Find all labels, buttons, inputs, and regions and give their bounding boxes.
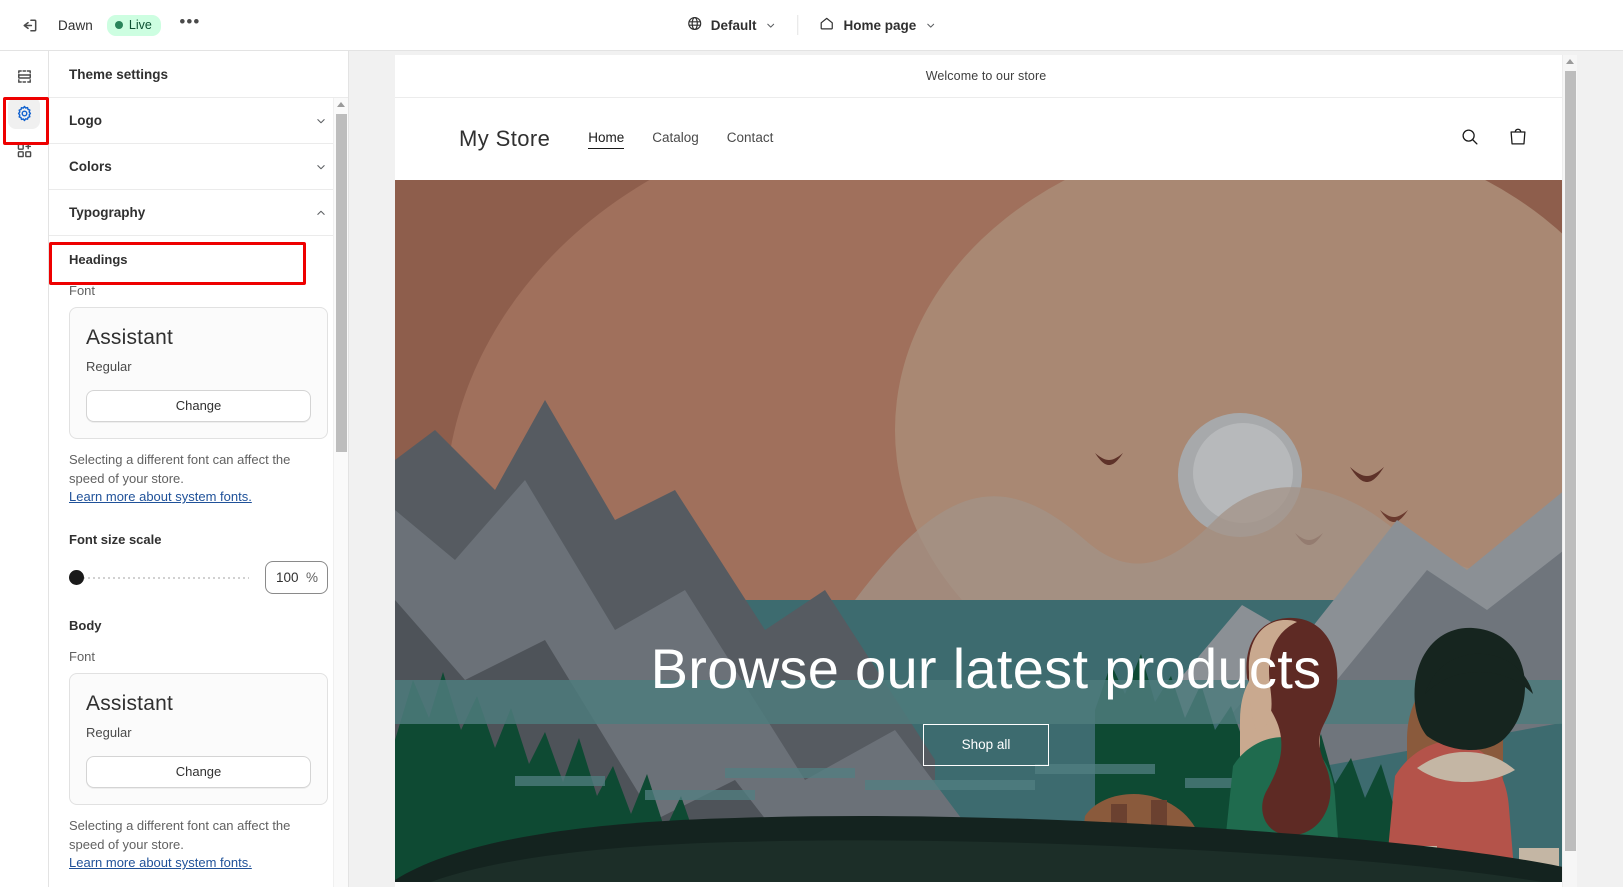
- top-bar: Dawn Live ••• Default Home page: [0, 0, 1623, 51]
- locale-label: Default: [710, 17, 757, 33]
- accordion-colors-label: Colors: [69, 159, 112, 174]
- font-size-scale-control: 100 %: [69, 561, 328, 594]
- panel-scrollbar-thumb[interactable]: [336, 114, 347, 452]
- body-font-weight: Regular: [86, 725, 132, 740]
- theme-settings-panel: Theme settings Logo Colors Typography He…: [49, 51, 349, 887]
- chevron-up-icon: [314, 206, 328, 220]
- store-preview: Welcome to our store My Store Home Catal…: [395, 55, 1577, 887]
- status-dot-icon: [114, 20, 123, 29]
- accordion-colors[interactable]: Colors: [49, 144, 348, 190]
- store-nav: Home Catalog Contact: [588, 130, 773, 149]
- page-label: Home page: [843, 17, 917, 33]
- store-header: My Store Home Catalog Contact: [395, 98, 1577, 180]
- font-size-scale-input[interactable]: 100 %: [265, 561, 328, 594]
- chevron-down-icon: [314, 114, 328, 128]
- nav-link-catalog[interactable]: Catalog: [652, 130, 699, 148]
- font-size-scale-label: Font size scale: [69, 532, 162, 547]
- status-badge-label: Live: [128, 17, 152, 32]
- hero-illustration: [395, 180, 1577, 882]
- store-logo[interactable]: My Store: [459, 126, 550, 152]
- chevron-down-icon: [764, 19, 777, 32]
- accordion-logo-label: Logo: [69, 113, 102, 128]
- editor-body: Theme settings Logo Colors Typography He…: [0, 51, 1623, 887]
- more-options-icon[interactable]: •••: [175, 10, 205, 40]
- hero-banner: Browse our latest products Shop all: [395, 180, 1577, 882]
- font-size-scale-value: 100: [276, 570, 299, 585]
- slider-thumb[interactable]: [69, 570, 84, 585]
- page-selector[interactable]: Home page: [808, 9, 947, 41]
- scroll-up-arrow-icon[interactable]: [1566, 59, 1574, 64]
- font-size-scale-suffix: %: [305, 570, 318, 585]
- headings-font-label: Font: [69, 283, 96, 298]
- left-rail: [0, 51, 49, 887]
- theme-editor: Dawn Live ••• Default Home page Theme se…: [0, 0, 1623, 887]
- panel-scroll-area: Logo Colors Typography Headings Font Ass…: [49, 98, 348, 887]
- status-badge: Live: [106, 14, 161, 36]
- locale-selector[interactable]: Default: [676, 9, 788, 41]
- slider-track-dots: [79, 575, 249, 580]
- hero-title: Browse our latest products: [650, 637, 1322, 700]
- body-group-label: Body: [69, 618, 102, 633]
- divider: [797, 15, 799, 35]
- shop-all-button[interactable]: Shop all: [922, 724, 1050, 766]
- body-system-fonts-link[interactable]: Learn more about system fonts.: [69, 855, 252, 870]
- headings-font-card: Assistant Regular Change: [69, 307, 328, 439]
- exit-icon[interactable]: [14, 10, 44, 40]
- headings-change-font-button[interactable]: Change: [86, 390, 311, 422]
- sidebar-item-theme-settings[interactable]: [8, 97, 40, 129]
- nav-link-contact[interactable]: Contact: [727, 130, 774, 148]
- top-bar-center: Default Home page: [676, 0, 948, 50]
- body-font-label: Font: [69, 649, 96, 664]
- accordion-logo[interactable]: Logo: [49, 98, 348, 144]
- accordion-typography-label: Typography: [69, 205, 146, 220]
- font-size-scale-slider[interactable]: [69, 570, 249, 586]
- headings-font-name: Assistant: [86, 326, 173, 349]
- theme-name: Dawn: [58, 17, 93, 33]
- scroll-up-arrow-icon[interactable]: [337, 102, 345, 107]
- home-icon: [818, 15, 835, 35]
- page-title: Theme settings: [49, 51, 348, 98]
- cart-icon[interactable]: [1507, 126, 1529, 153]
- accordion-typography[interactable]: Typography: [49, 190, 348, 236]
- body-font-name: Assistant: [86, 692, 173, 715]
- headings-group-label: Headings: [69, 252, 128, 267]
- hero-content: Browse our latest products Shop all: [395, 636, 1577, 766]
- store-actions: [1459, 126, 1529, 153]
- preview-scrollbar[interactable]: [1562, 55, 1577, 887]
- sidebar-item-apps[interactable]: [8, 134, 40, 166]
- top-bar-left: Dawn Live •••: [0, 10, 205, 40]
- search-icon[interactable]: [1459, 126, 1481, 153]
- typography-section-body: Headings Font Assistant Regular Change S…: [49, 236, 348, 887]
- preview-scrollbar-thumb[interactable]: [1565, 71, 1576, 851]
- store-preview-area: Welcome to our store My Store Home Catal…: [349, 51, 1623, 887]
- body-font-card: Assistant Regular Change: [69, 673, 328, 805]
- headings-system-fonts-link[interactable]: Learn more about system fonts.: [69, 489, 252, 504]
- body-change-font-button[interactable]: Change: [86, 756, 311, 788]
- globe-icon: [686, 15, 703, 35]
- chevron-down-icon: [314, 160, 328, 174]
- headings-font-weight: Regular: [86, 359, 132, 374]
- announcement-bar: Welcome to our store: [395, 55, 1577, 98]
- sidebar-item-sections[interactable]: [8, 60, 40, 92]
- headings-font-helper: Selecting a different font can affect th…: [69, 452, 291, 486]
- body-font-helper: Selecting a different font can affect th…: [69, 818, 291, 852]
- chevron-down-icon: [924, 19, 937, 32]
- nav-link-home[interactable]: Home: [588, 130, 625, 149]
- panel-scrollbar[interactable]: [333, 98, 348, 887]
